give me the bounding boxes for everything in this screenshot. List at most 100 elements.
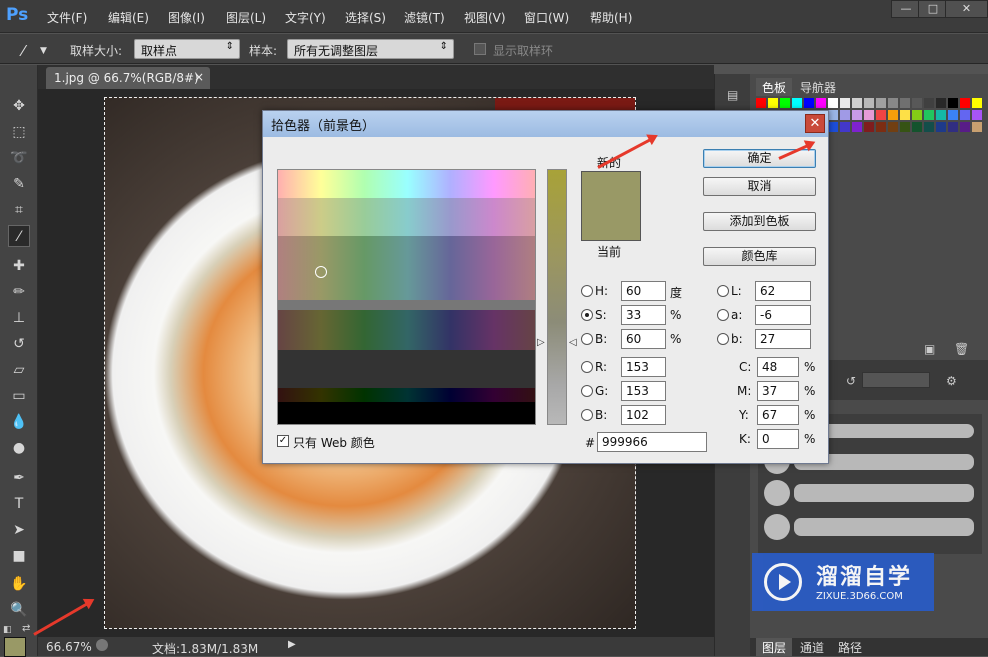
- lab-b-field[interactable]: 27: [755, 329, 811, 349]
- radio-l[interactable]: [717, 285, 729, 297]
- minimize-button[interactable]: —: [891, 0, 921, 18]
- swatch[interactable]: [936, 122, 946, 132]
- swatch[interactable]: [972, 98, 982, 108]
- radio-a[interactable]: [717, 309, 729, 321]
- dodge-tool-icon[interactable]: ●: [8, 437, 30, 459]
- document-tab[interactable]: 1.jpg @ 66.7%(RGB/8#) ×: [46, 67, 210, 89]
- radio-h[interactable]: [581, 285, 593, 297]
- swatch[interactable]: [840, 98, 850, 108]
- swatch[interactable]: [900, 110, 910, 120]
- menu-type[interactable]: 文字(Y): [285, 9, 326, 26]
- s-field[interactable]: 33: [621, 305, 666, 325]
- sample-select[interactable]: 所有无调整图层 ⇕: [287, 39, 454, 59]
- h-field[interactable]: 60: [621, 281, 666, 301]
- zoom-level[interactable]: 66.67%: [46, 640, 92, 654]
- color-field[interactable]: [277, 169, 536, 425]
- swatch[interactable]: [840, 122, 850, 132]
- close-tab-icon[interactable]: ×: [194, 70, 204, 84]
- ok-button[interactable]: 确定: [703, 149, 816, 168]
- menu-edit[interactable]: 编辑(E): [108, 9, 149, 26]
- swatch[interactable]: [852, 122, 862, 132]
- swatch[interactable]: [876, 122, 886, 132]
- cancel-button[interactable]: 取消: [703, 177, 816, 196]
- swatch[interactable]: [864, 110, 874, 120]
- eyedropper-tool-icon[interactable]: ⁄: [8, 225, 30, 247]
- brush-size-field[interactable]: [862, 372, 930, 388]
- swatch[interactable]: [936, 110, 946, 120]
- swatch[interactable]: [804, 98, 814, 108]
- menu-file[interactable]: 文件(F): [47, 9, 87, 26]
- g-field[interactable]: 153: [621, 381, 666, 401]
- web-only-checkbox[interactable]: ✓: [277, 435, 289, 447]
- radio-blue[interactable]: [581, 409, 593, 421]
- hue-slider[interactable]: [547, 169, 567, 425]
- path-select-tool-icon[interactable]: ➤: [8, 519, 30, 541]
- radio-b[interactable]: [581, 333, 593, 345]
- trash-icon[interactable]: 🗑: [954, 342, 969, 356]
- brush-stroke[interactable]: [794, 484, 974, 502]
- healing-brush-tool-icon[interactable]: ✚: [8, 255, 30, 277]
- swatch[interactable]: [900, 122, 910, 132]
- swatch[interactable]: [768, 98, 778, 108]
- move-tool-icon[interactable]: ✥: [8, 95, 30, 117]
- brush-tool-icon[interactable]: ✏: [8, 281, 30, 303]
- swatch[interactable]: [912, 98, 922, 108]
- tab-layers[interactable]: 图层: [756, 638, 793, 656]
- pen-tool-icon[interactable]: ✒: [8, 467, 30, 489]
- swatch[interactable]: [852, 98, 862, 108]
- b-field[interactable]: 60: [621, 329, 666, 349]
- sample-size-select[interactable]: 取样点 ⇕: [134, 39, 240, 59]
- menu-view[interactable]: 视图(V): [464, 9, 506, 26]
- crop-tool-icon[interactable]: ⌗: [8, 199, 30, 221]
- blue-field[interactable]: 102: [621, 405, 666, 425]
- menu-filter[interactable]: 滤镜(T): [404, 9, 445, 26]
- brush-dot[interactable]: [764, 480, 790, 506]
- swatch[interactable]: [948, 98, 958, 108]
- swatch[interactable]: [972, 122, 982, 132]
- m-field[interactable]: 37: [757, 381, 799, 401]
- swatch[interactable]: [924, 98, 934, 108]
- maximize-button[interactable]: □: [918, 0, 948, 18]
- close-window-button[interactable]: ✕: [945, 0, 988, 18]
- eyedropper-icon[interactable]: ⁄: [22, 42, 25, 60]
- swatch[interactable]: [864, 98, 874, 108]
- slider-left-marker[interactable]: ▷: [537, 337, 545, 348]
- status-info-icon[interactable]: [96, 639, 108, 651]
- hex-field[interactable]: 999966: [597, 432, 707, 452]
- swatch[interactable]: [816, 98, 826, 108]
- swatch[interactable]: [960, 122, 970, 132]
- swatch[interactable]: [948, 122, 958, 132]
- radio-r[interactable]: [581, 361, 593, 373]
- color-picker-cursor[interactable]: [315, 266, 327, 278]
- new-swatch-icon[interactable]: ▣: [924, 342, 935, 356]
- swatch[interactable]: [876, 110, 886, 120]
- menu-layer[interactable]: 图层(L): [226, 9, 266, 26]
- swatch[interactable]: [828, 98, 838, 108]
- swatch[interactable]: [756, 98, 766, 108]
- type-tool-icon[interactable]: T: [8, 493, 30, 515]
- swatch[interactable]: [960, 98, 970, 108]
- eraser-tool-icon[interactable]: ▱: [8, 359, 30, 381]
- swatch[interactable]: [912, 122, 922, 132]
- chevron-down-icon[interactable]: ▼: [40, 46, 47, 56]
- swatch[interactable]: [780, 98, 790, 108]
- stamp-tool-icon[interactable]: ⊥: [8, 307, 30, 329]
- quick-select-tool-icon[interactable]: ✎: [8, 173, 30, 195]
- tab-navigator[interactable]: 导航器: [794, 78, 842, 96]
- brush-dot[interactable]: [764, 514, 790, 540]
- a-field[interactable]: -6: [755, 305, 811, 325]
- l-field[interactable]: 62: [755, 281, 811, 301]
- swatch[interactable]: [888, 98, 898, 108]
- reset-icon[interactable]: ↺: [846, 374, 856, 388]
- tab-channels[interactable]: 通道: [794, 638, 830, 656]
- swap-colors-icon[interactable]: ⇄: [22, 623, 30, 634]
- brush-options-icon[interactable]: ⚙: [946, 374, 957, 388]
- gradient-tool-icon[interactable]: ▭: [8, 385, 30, 407]
- swatch[interactable]: [900, 98, 910, 108]
- swatch[interactable]: [924, 122, 934, 132]
- menu-window[interactable]: 窗口(W): [524, 9, 569, 26]
- shape-tool-icon[interactable]: ■: [8, 545, 30, 567]
- y-field[interactable]: 67: [757, 405, 799, 425]
- swatch[interactable]: [888, 110, 898, 120]
- swatch[interactable]: [828, 110, 838, 120]
